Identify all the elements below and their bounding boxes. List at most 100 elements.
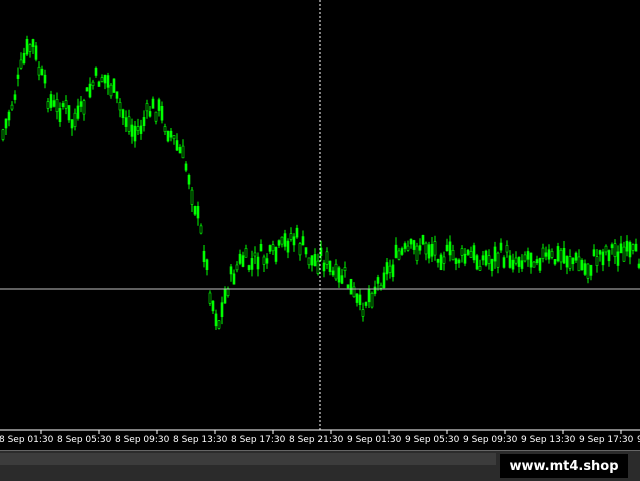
candle-body [469, 251, 473, 258]
candle-body [235, 264, 239, 271]
candle-body [190, 189, 194, 205]
candle-body [583, 263, 587, 275]
candles-group [1, 35, 640, 331]
candle-body [295, 227, 299, 238]
candle-body [586, 263, 590, 279]
candle-body [7, 111, 11, 121]
watermark-text: www.mt4.shop [509, 458, 619, 474]
candle-body [106, 75, 110, 88]
candle-body [22, 52, 26, 64]
candle-body [304, 247, 308, 255]
candle-body [88, 83, 92, 98]
candle-body [160, 106, 164, 121]
candle-body [457, 259, 461, 264]
candle-body [214, 313, 218, 327]
candle-body [124, 117, 128, 127]
candle-body [52, 100, 56, 107]
horizontal-scroll-strip[interactable] [0, 453, 496, 465]
candle-body [307, 257, 311, 266]
candle-body [289, 233, 293, 240]
candle-body [499, 242, 503, 251]
candle-body [169, 130, 173, 138]
candle-body [403, 243, 407, 249]
candle-body [232, 273, 236, 285]
candle-body [208, 292, 212, 304]
candle-body [565, 255, 569, 268]
candle-body [397, 250, 401, 260]
candle-body [487, 255, 491, 264]
candle-body [277, 240, 281, 246]
candle-body [616, 251, 620, 266]
candle-body [1, 129, 5, 140]
candle-body [322, 262, 326, 272]
candle-body [85, 87, 89, 92]
candle-body [58, 108, 62, 123]
candle-body [448, 241, 452, 256]
candle-body [634, 243, 638, 252]
chart-window[interactable]: 8 Sep 01:30 8 Sep 05:30 8 Sep 09:30 8 Sep 1… [0, 0, 640, 450]
time-axis-label: 9 Sep 01:30 [347, 435, 402, 445]
candle-body [598, 250, 602, 255]
candle-body [511, 259, 515, 270]
candle-body [622, 246, 626, 262]
candle-body [238, 253, 242, 264]
candle-body [175, 140, 179, 151]
price-chart[interactable]: 8 Sep 01:30 8 Sep 05:30 8 Sep 09:30 8 Sep 1… [0, 0, 640, 450]
candle-body [367, 289, 371, 303]
candle-body [316, 260, 320, 274]
candle-body [514, 257, 518, 264]
candle-body [538, 258, 542, 271]
candle-body [379, 284, 383, 289]
candle-body [556, 246, 560, 262]
candle-body [211, 300, 215, 312]
candle-body [283, 233, 287, 247]
candle-body [268, 245, 272, 252]
candle-body [202, 250, 206, 262]
candle-body [34, 45, 38, 60]
candle-body [274, 246, 278, 262]
candle-body [559, 249, 563, 263]
candle-body [454, 258, 458, 264]
candle-body [352, 286, 356, 298]
candle-body [460, 248, 464, 256]
candle-body [553, 259, 557, 265]
candle-body [163, 126, 167, 132]
candle-body [388, 265, 392, 273]
candle-body [76, 105, 80, 119]
candle-body [508, 255, 512, 268]
candle-body [505, 245, 509, 253]
candle-body [589, 264, 593, 276]
candle-body [265, 258, 269, 264]
candle-body [451, 250, 455, 261]
candle-body [178, 147, 182, 154]
candle-body [481, 255, 485, 261]
candle-body [376, 277, 380, 284]
time-axis-label: 9 Sep 13:30 [521, 435, 576, 445]
candle-body [100, 77, 104, 82]
candle-body [349, 278, 353, 295]
candle-body [535, 259, 539, 264]
candle-body [484, 250, 488, 266]
candle-body [502, 257, 506, 268]
candle-body [187, 174, 191, 185]
candle-body [613, 243, 617, 257]
candle-body [370, 293, 374, 308]
candle-body [118, 102, 122, 111]
candle-body [496, 252, 500, 268]
candle-body [391, 264, 395, 278]
candle-body [424, 242, 428, 255]
candle-body [112, 78, 116, 93]
time-axis-label: 8 Sep 13:30 [173, 435, 228, 445]
candle-body [427, 244, 431, 259]
candle-body [463, 253, 467, 264]
candle-body [331, 270, 335, 276]
time-axis-label: 8 Sep 09:30 [115, 435, 170, 445]
candle-body [325, 251, 329, 265]
candle-body [97, 81, 101, 87]
candle-body [592, 249, 596, 257]
candle-body [358, 294, 362, 305]
candle-body [196, 206, 200, 219]
time-axis-ticks: 8 Sep 01:30 8 Sep 05:30 8 Sep 09:30 8 Sep 1… [0, 430, 640, 445]
candle-body [595, 256, 599, 266]
candle-body [181, 145, 185, 159]
